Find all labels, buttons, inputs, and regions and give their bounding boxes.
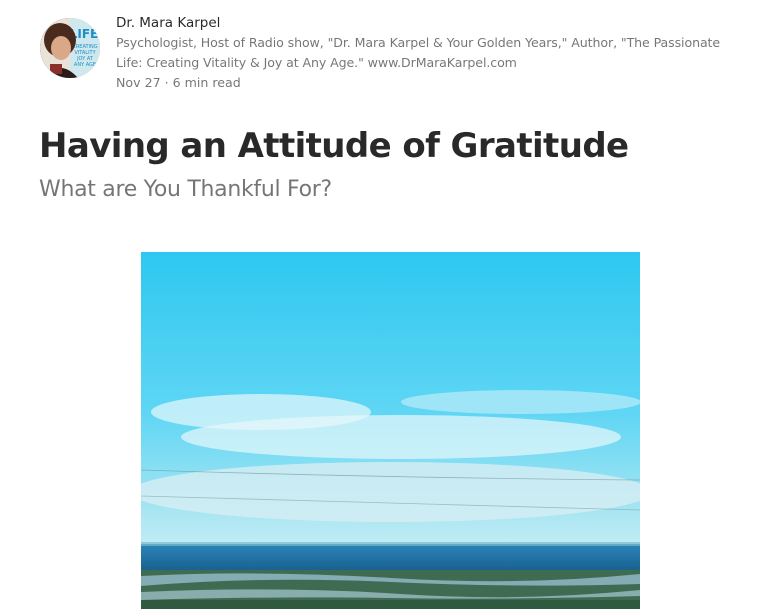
author-avatar[interactable]: LIFE CREATING VITALITY JOY AT ANY AGE [40,18,100,78]
svg-text:ANY AGE: ANY AGE [74,62,96,68]
post-meta: Nov 27 · 6 min read [116,73,736,93]
hero-image[interactable] [141,252,640,609]
hero-photo [141,252,640,609]
author-bio: Psychologist, Host of Radio show, "Dr. M… [116,35,721,70]
post-date[interactable]: Nov 27 [116,75,161,90]
author-block: LIFE CREATING VITALITY JOY AT ANY AGE Dr… [40,12,740,92]
post-subtitle: What are You Thankful For? [39,177,332,202]
read-time: 6 min read [172,75,241,90]
author-name-link[interactable]: Dr. Mara Karpel [116,13,736,33]
author-meta: Dr. Mara Karpel Psychologist, Host of Ra… [116,12,736,93]
post-title: Having an Attitude of Gratitude [39,126,629,166]
avatar-image: LIFE CREATING VITALITY JOY AT ANY AGE [40,18,100,78]
meta-separator: · [164,75,169,90]
